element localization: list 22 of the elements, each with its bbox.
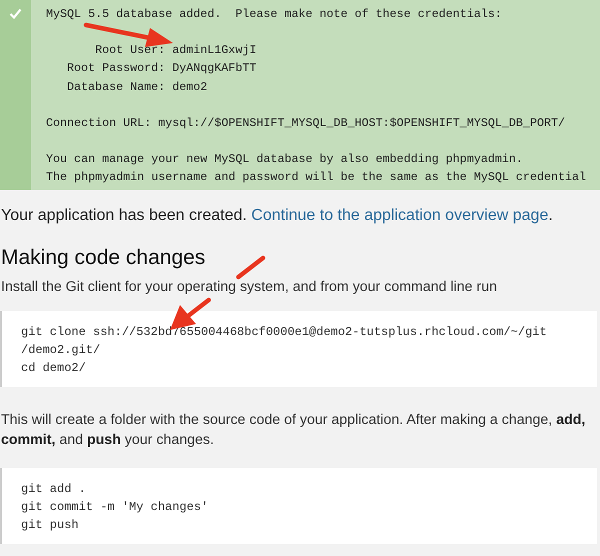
connection-url: Connection URL: mysql://$OPENSHIFT_MYSQL_DB_HOST:$OPENSHIFT_MYSQL_DB_PORT/ [46,114,566,132]
credential-value: demo2 [172,78,208,96]
credential-value: DyANqgKAFbTT [172,60,256,78]
check-icon [9,8,22,19]
instruction-text: Install the Git client for your operating system, and from your command line run [1,278,498,297]
code-line: git commit -m 'My changes' [21,499,210,516]
code-line: /demo2.git/ [21,342,102,359]
code-line: git clone ssh://532bd7655004468bcf0000e1@demo2-tutsplus.rhcloud.com/~/git [21,324,548,341]
code-line: git add . [21,481,87,498]
note-text: The phpmyadmin username and password will be the same as the MySQL credential [46,169,586,186]
section-heading: Making code changes [1,245,206,271]
credential-label: Root User: [94,42,166,60]
code-line: git push [21,517,80,534]
credential-label: Database Name: [67,78,166,96]
note-text: You can manage your new MySQL database by also embedding phpmyadmin. [46,151,524,168]
credential-label: Root Password: [67,60,166,78]
alert-heading: MySQL 5.5 database added. Please make note of these credentials: [46,6,503,23]
instruction-text: This will create a folder with the source code of your application. After making a change, add, commit, and push your changes. [1,411,586,450]
code-line: cd demo2/ [21,360,87,377]
overview-link[interactable]: Continue to the application overview page [251,207,548,224]
credential-value: adminL1GxwjI [172,42,256,60]
status-message: Your application has been created. Continue to the application overview page. [1,206,554,226]
